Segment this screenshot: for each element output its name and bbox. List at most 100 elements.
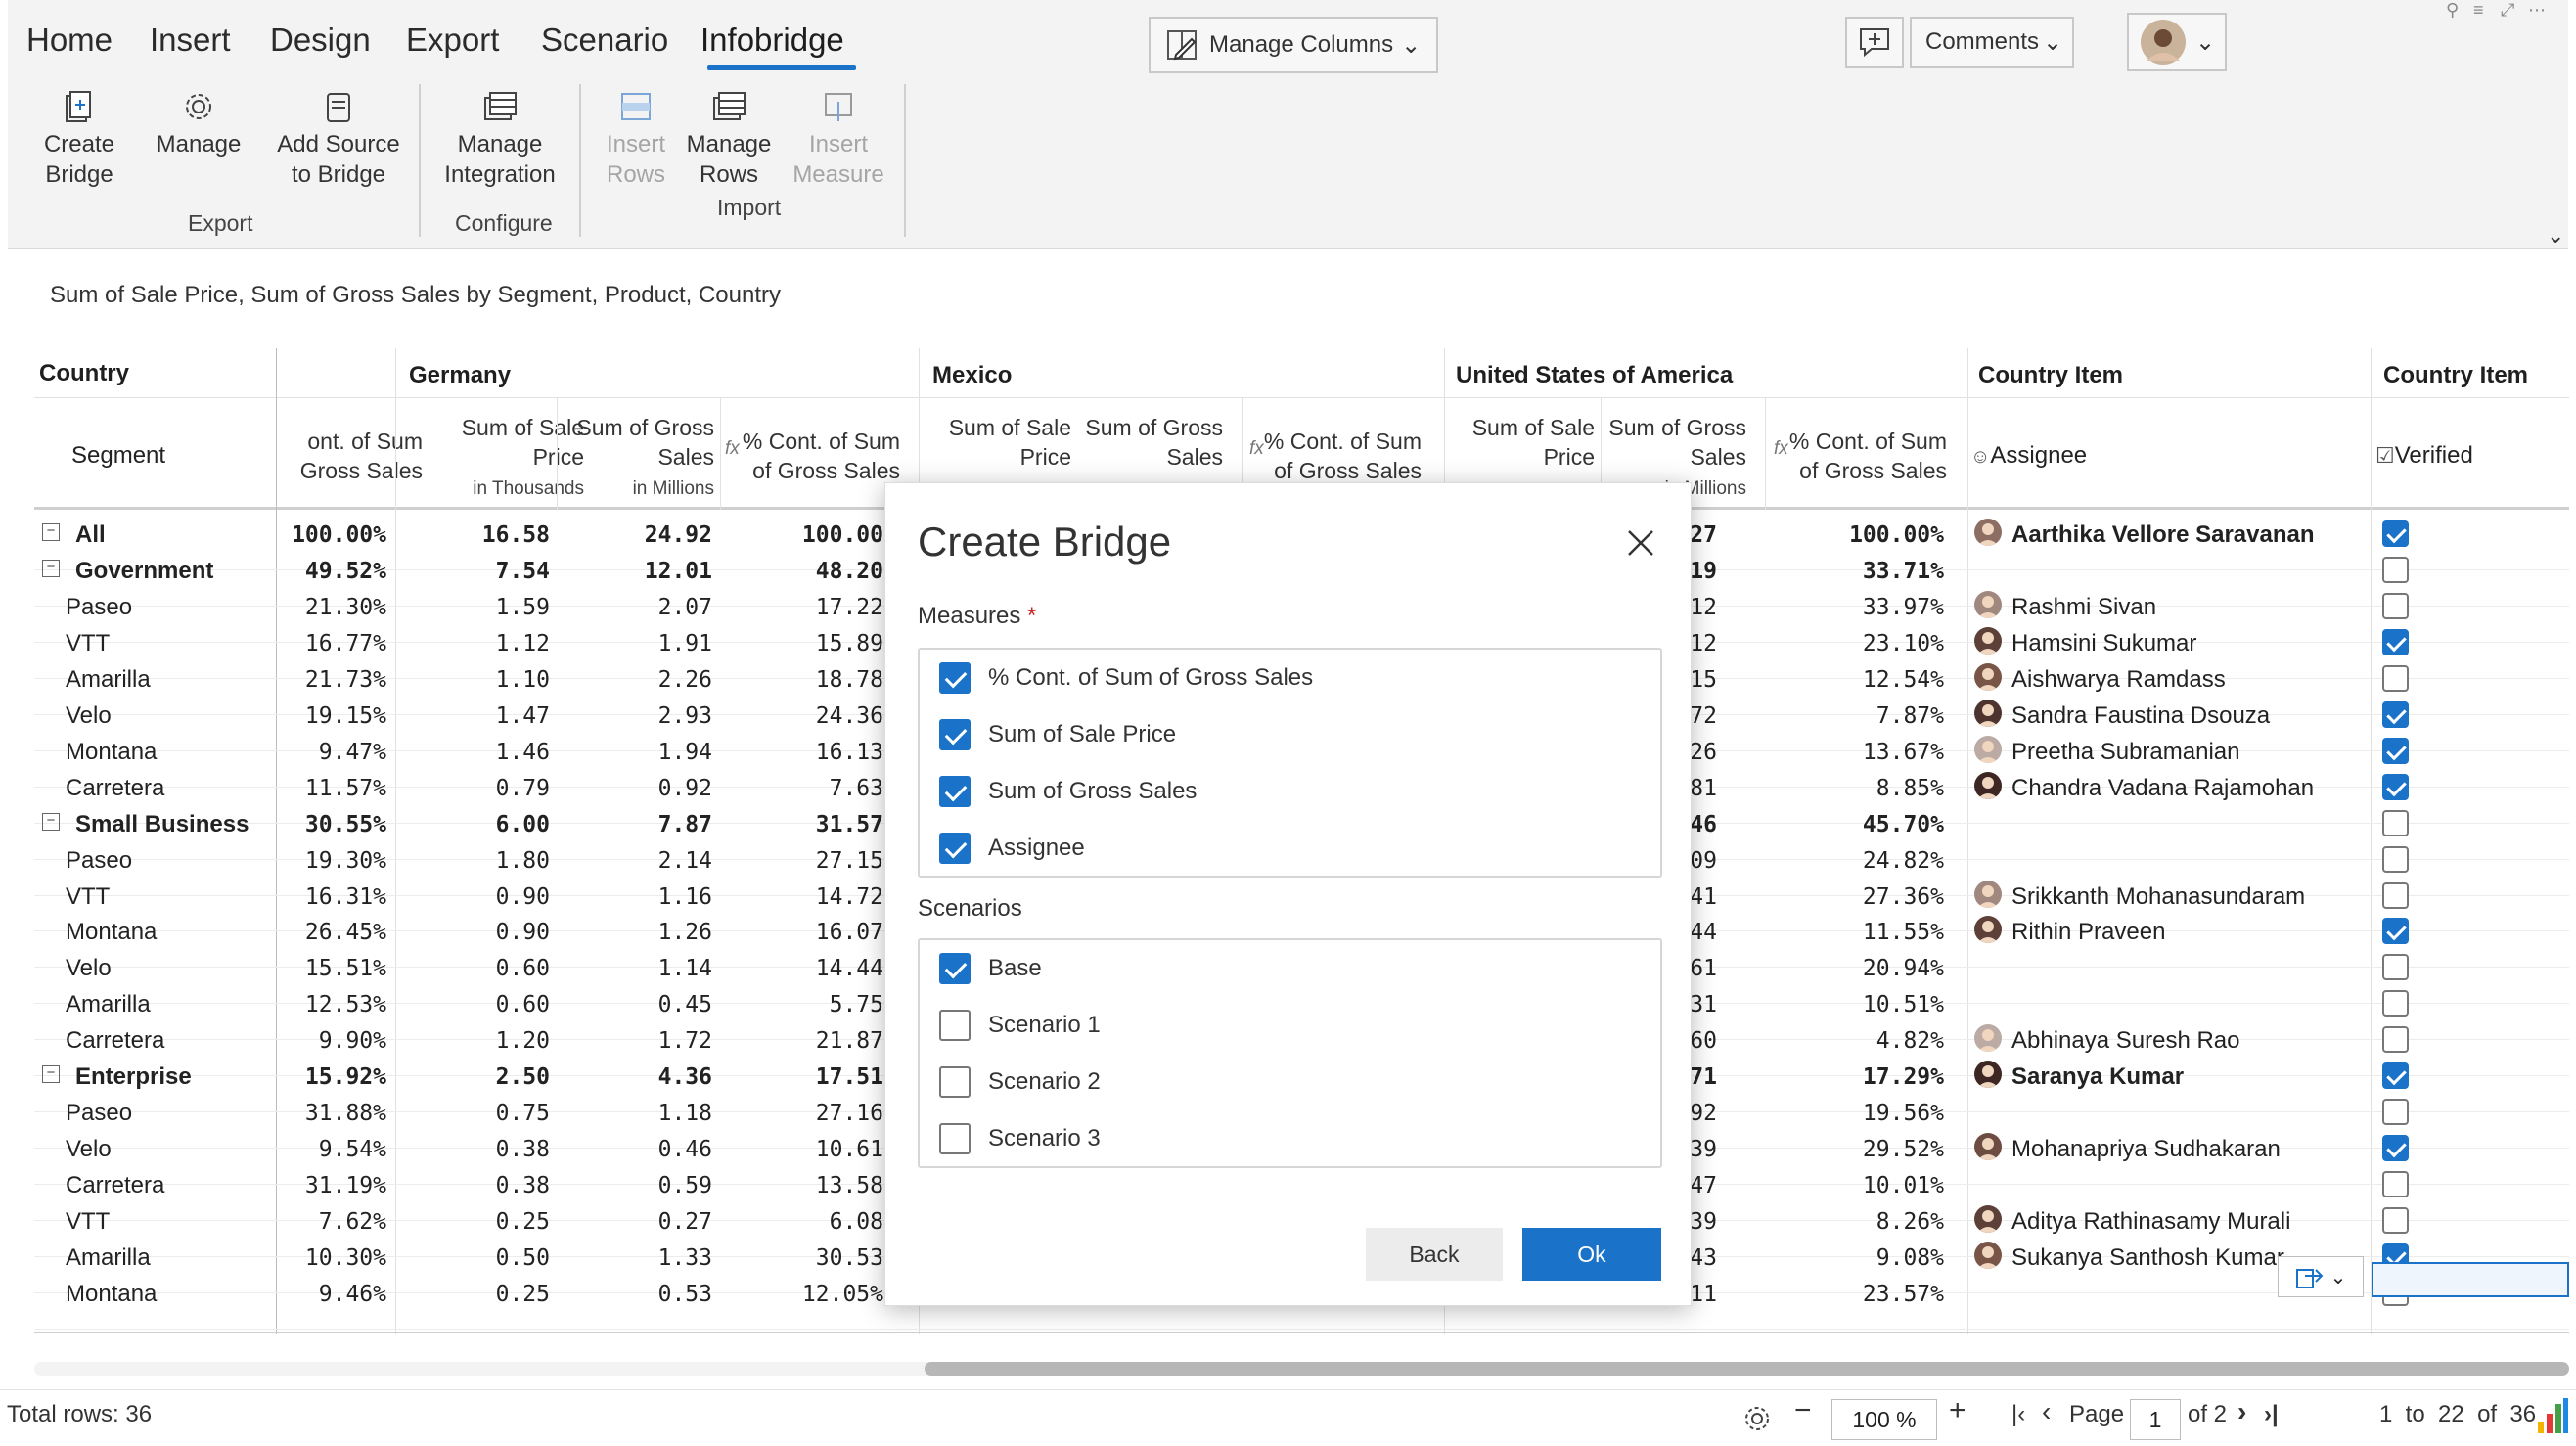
verified-checkbox[interactable] [2382,809,2409,836]
collapse-toggle-icon[interactable]: − [42,523,60,541]
measure-option[interactable]: Assignee [939,832,1085,865]
scenario-checkbox[interactable] [939,1123,971,1154]
next-page-icon[interactable]: › [2237,1396,2246,1427]
filter-icon[interactable]: ≡ [2473,0,2495,22]
pin-icon[interactable]: ⚲ [2446,0,2467,22]
verified-checkbox[interactable] [2382,1207,2409,1235]
create-bridge-button[interactable]: Create Bridge [30,88,128,190]
scenario-checkbox[interactable] [939,953,971,984]
verified-checkbox[interactable] [2382,664,2409,692]
add-source-icon [327,93,350,122]
scenario-option[interactable]: Base [939,952,1042,985]
collapse-ribbon-icon[interactable]: ⌄ [2547,223,2564,249]
value-cell: 6.00 [495,811,550,837]
avatar [1974,1205,2002,1234]
measure-option[interactable]: Sum of Sale Price [939,718,1176,751]
country-item-header-2: Country Item [2383,362,2529,388]
more-icon[interactable]: ⋯ [2528,0,2550,22]
verified-checkbox[interactable] [2382,628,2409,655]
value-cell: 9.47% [318,739,386,765]
verified-checkbox[interactable] [2382,773,2409,800]
verified-checkbox[interactable] [2382,556,2409,583]
first-page-icon[interactable]: |‹ [2011,1401,2025,1428]
scenario-option[interactable]: Scenario 3 [939,1122,1101,1155]
page-input[interactable]: 1 [2130,1399,2181,1440]
measure-option[interactable]: % Cont. of Sum of Gross Sales [939,661,1313,695]
collapse-toggle-icon[interactable]: − [42,1065,60,1084]
value-cell: 9.08% [1876,1245,1944,1271]
value-cell: 0.60 [495,956,550,982]
expand-icon[interactable]: ⤢ [2501,0,2522,22]
cell-action-button[interactable]: ⌄ [2278,1256,2364,1297]
measure-checkbox[interactable] [939,776,971,807]
last-page-icon[interactable]: ›| [2264,1401,2279,1428]
horizontal-scrollbar-thumb[interactable] [925,1362,2569,1376]
verified-checkbox[interactable] [2382,1171,2409,1198]
close-icon[interactable] [1624,526,1657,560]
verified-checkbox[interactable] [2382,990,2409,1017]
verified-checkbox[interactable] [2382,1135,2409,1162]
value-cell: 12.53% [304,992,386,1018]
tab-infobridge[interactable]: Infobridge [700,22,844,59]
value-cell: 10.51% [1862,992,1944,1018]
scenario-checkbox[interactable] [939,1010,971,1041]
value-cell: 1.47 [495,702,550,729]
row-label: VTT [66,882,111,910]
verified-checkbox[interactable] [2382,700,2409,728]
value-cell: 18.78 [815,666,883,693]
insert-rows-button[interactable]: Insert Rows [592,88,680,190]
measure-option[interactable]: Sum of Gross Sales [939,775,1197,808]
verified-checkbox[interactable] [2382,592,2409,619]
scenario-option[interactable]: Scenario 1 [939,1009,1101,1042]
user-menu[interactable]: ⌄ [2127,13,2227,71]
verified-checkbox[interactable] [2382,1026,2409,1054]
add-source-button[interactable]: Add Source to Bridge [270,88,407,190]
manage-button[interactable]: Manage [150,88,248,159]
settings-gear-icon[interactable] [1740,1402,1774,1435]
insert-measure-label-2: Measure [792,161,884,188]
manage-rows-button[interactable]: Manage Rows [683,88,775,190]
collapse-toggle-icon[interactable]: − [42,559,60,577]
tab-scenario[interactable]: Scenario [541,22,668,59]
value-cell: 14.44 [815,956,883,982]
scenario-option-label: Base [988,955,1042,981]
measure-checkbox[interactable] [939,719,971,750]
selected-cell[interactable] [2372,1262,2569,1297]
manage-columns-button[interactable]: Manage Columns ⌄ [1149,17,1438,73]
previous-page-icon[interactable]: ‹ [2042,1396,2051,1427]
add-source-label-1: Add Source [277,131,400,158]
verified-checkbox[interactable] [2382,520,2409,547]
zoom-input[interactable]: 100 % [1831,1399,1937,1440]
tab-export[interactable]: Export [406,22,499,59]
verified-checkbox[interactable] [2382,1099,2409,1126]
add-comment-button[interactable] [1845,17,1904,68]
verified-checkbox[interactable] [2382,1062,2409,1090]
verified-checkbox[interactable] [2382,737,2409,764]
header-text: Price [532,444,584,470]
tab-design[interactable]: Design [270,22,371,59]
value-cell: 27.36% [1862,883,1944,910]
header-text: Sum of Sale [461,415,584,440]
verified-checkbox[interactable] [2382,845,2409,873]
insert-measure-button[interactable]: Insert Measure [791,88,886,190]
zoom-out-icon[interactable]: − [1794,1394,1812,1427]
zoom-in-icon[interactable]: + [1949,1394,1966,1427]
header-text: of Gross Sales [1274,458,1422,483]
tab-insert[interactable]: Insert [150,22,231,59]
measure-checkbox[interactable] [939,833,971,864]
scenario-checkbox[interactable] [939,1066,971,1098]
verified-checkbox[interactable] [2382,881,2409,909]
column-divider [2371,348,2372,1334]
ok-button[interactable]: Ok [1522,1228,1661,1281]
verified-checkbox[interactable] [2382,918,2409,945]
manage-integration-button[interactable]: Manage Integration [436,88,564,190]
tab-home[interactable]: Home [26,22,113,59]
value-cell: 21.30% [304,594,386,620]
measure-checkbox[interactable] [939,662,971,694]
verified-checkbox[interactable] [2382,954,2409,981]
comments-dropdown[interactable]: Comments ⌄ [1910,17,2074,68]
back-button[interactable]: Back [1366,1228,1503,1281]
header-text: Sum of Gross [1085,415,1223,440]
scenario-option[interactable]: Scenario 2 [939,1065,1101,1099]
collapse-toggle-icon[interactable]: − [42,812,60,831]
